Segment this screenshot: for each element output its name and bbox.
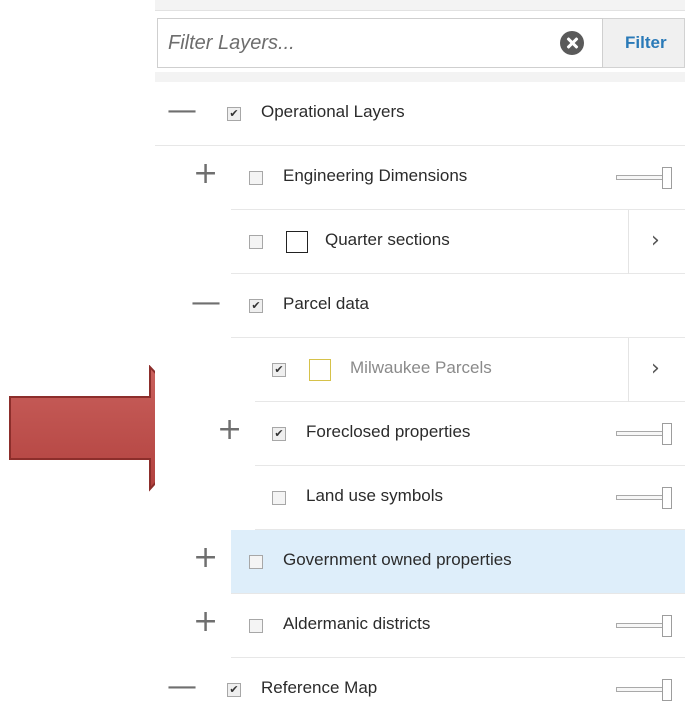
layer-label: Government owned properties <box>283 550 512 569</box>
expand-toggle-icon[interactable]: + <box>217 415 242 445</box>
filter-input-wrap <box>157 18 603 68</box>
collapse-toggle-icon[interactable]: — <box>167 96 197 126</box>
layer-row-milwaukee-parcels: ✔ Milwaukee Parcels › <box>255 338 685 402</box>
layer-checkbox[interactable]: ✔ <box>272 363 286 377</box>
layer-label: Quarter sections <box>325 230 450 249</box>
layer-label: Milwaukee Parcels <box>350 358 492 377</box>
opacity-slider[interactable] <box>616 615 674 637</box>
filter-layers-input[interactable] <box>168 19 548 67</box>
layer-checkbox[interactable] <box>272 491 286 505</box>
layer-label: Aldermanic districts <box>283 614 431 633</box>
layer-details-button[interactable]: › <box>628 210 685 274</box>
legend-swatch <box>309 359 331 381</box>
layer-checkbox[interactable]: ✔ <box>227 107 241 121</box>
layer-checkbox[interactable] <box>249 235 263 249</box>
layer-row-government-owned-properties: + Government owned properties <box>193 530 685 594</box>
layer-checkbox[interactable] <box>249 171 263 185</box>
layer-label: Operational Layers <box>261 102 405 121</box>
layer-details-button[interactable]: › <box>628 338 685 402</box>
opacity-slider[interactable] <box>616 167 674 189</box>
layer-list-panel: Filter — ✔ Operational Layers + Engineer… <box>155 0 685 702</box>
layer-checkbox[interactable]: ✔ <box>227 683 241 697</box>
opacity-slider[interactable] <box>616 423 674 445</box>
filter-button[interactable]: Filter <box>603 18 685 68</box>
layer-label: Foreclosed properties <box>306 422 471 441</box>
layer-label: Engineering Dimensions <box>283 166 468 185</box>
layer-row-land-use-symbols: Land use symbols <box>255 466 685 530</box>
layer-label: Parcel data <box>283 294 369 313</box>
layer-row-quarter-sections: Quarter sections › <box>231 210 685 274</box>
expand-toggle-icon[interactable]: + <box>193 543 218 573</box>
chevron-right-icon: › <box>651 356 660 381</box>
layer-checkbox[interactable] <box>249 555 263 569</box>
layer-checkbox[interactable]: ✔ <box>272 427 286 441</box>
layer-label: Land use symbols <box>306 486 444 505</box>
clear-icon[interactable] <box>560 31 584 55</box>
chevron-right-icon: › <box>651 228 660 253</box>
expand-toggle-icon[interactable]: + <box>193 607 218 637</box>
filter-bar: Filter <box>155 18 685 72</box>
layer-row-reference-map: — ✔ Reference Map <box>155 658 685 722</box>
layer-row-operational-layers: — ✔ Operational Layers <box>155 82 685 146</box>
expand-toggle-icon[interactable]: + <box>193 159 218 189</box>
opacity-slider[interactable] <box>616 487 674 509</box>
collapse-toggle-icon[interactable]: — <box>191 288 221 318</box>
layer-row-aldermanic-districts: + Aldermanic districts <box>193 594 685 658</box>
panel-top-strip <box>155 0 685 11</box>
layer-label: Reference Map <box>261 678 378 697</box>
layer-row-parcel-data: — ✔ Parcel data <box>191 274 685 338</box>
layer-checkbox[interactable]: ✔ <box>249 299 263 313</box>
layer-checkbox[interactable] <box>249 619 263 633</box>
legend-swatch <box>286 231 308 253</box>
layer-row-engineering-dimensions: + Engineering Dimensions <box>193 146 685 210</box>
layer-row-foreclosed-properties: + ✔ Foreclosed properties <box>217 402 685 466</box>
filter-separator <box>155 72 685 82</box>
